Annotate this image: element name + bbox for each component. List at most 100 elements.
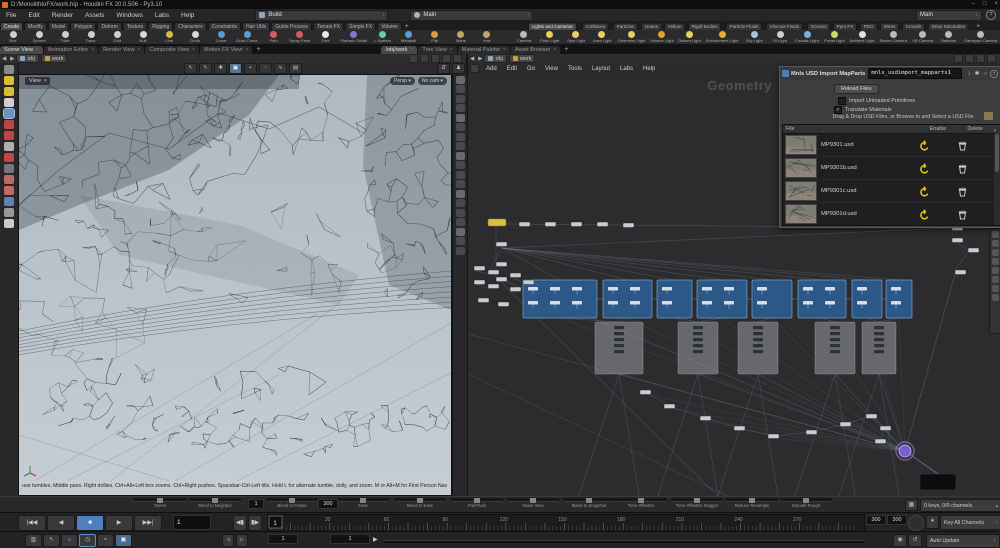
network-tool-icon-2[interactable] <box>992 249 999 256</box>
shelf-tab-wires[interactable]: Wires <box>880 23 899 30</box>
display-option-icon-3[interactable] <box>456 104 465 112</box>
pane-tab-tree-view[interactable]: Tree View× <box>418 46 456 54</box>
shelf-tool-gamepad-camera[interactable]: Gamepad Camera <box>961 30 1000 44</box>
anim-slider-noise-view[interactable]: Noise View <box>507 498 559 508</box>
close-tab-icon[interactable]: × <box>192 47 195 53</box>
next-key-button[interactable]: ▮▶ <box>248 515 262 531</box>
shelf-tab-viscous-fluids[interactable]: Viscous Fluids <box>766 23 803 30</box>
shelf-tool-ambient-light[interactable]: Ambient Light <box>847 30 877 44</box>
shelf-tab-drive-simulation[interactable]: Drive Simulation <box>928 23 969 30</box>
network-menu-labs[interactable]: Labs <box>615 66 638 72</box>
display-option-icon-13[interactable] <box>456 199 465 207</box>
shelf-tool-box[interactable]: Box <box>0 30 26 44</box>
breadcrumb-work[interactable]: work <box>41 54 68 63</box>
shelf-tool-path[interactable]: Path <box>260 30 286 44</box>
scale-icon[interactable] <box>4 142 14 151</box>
network-tool-icon-0[interactable] <box>992 231 999 238</box>
shelf-tool-curve[interactable]: Curve <box>208 30 234 44</box>
shelf-tool-volume-light[interactable]: Volume Light <box>648 30 676 44</box>
paint-icon[interactable] <box>4 175 14 184</box>
shelf-tool-torus[interactable]: Torus <box>78 30 104 44</box>
pane-tab-animation-editor[interactable]: Animation Editor× <box>44 46 98 54</box>
delete-trash-icon[interactable] <box>957 140 993 151</box>
shelf-tool-portal-light[interactable]: Portal Light <box>821 30 847 44</box>
key-all-channels-button[interactable]: Key All Channels↕ <box>940 515 1000 530</box>
anim-slider-blend-to-neighbor[interactable]: Blend to Neighbor <box>189 498 241 508</box>
anim-slider-ease[interactable]: Ease <box>337 498 389 508</box>
view-mode-pill[interactable]: View▾ <box>25 77 50 85</box>
network-menu-tools[interactable]: Tools <box>563 66 587 72</box>
realtime-icon[interactable]: ◷ <box>79 534 96 547</box>
pathbar-icon-4[interactable] <box>453 54 462 63</box>
pane-tab-asset-browser[interactable]: Asset Browser× <box>511 46 560 54</box>
network-menu-edit[interactable]: Edit <box>502 66 522 72</box>
status-field-2[interactable]: 1 <box>330 534 370 544</box>
shelf-tab-lights-and-cameras[interactable]: Lights and Cameras <box>528 23 577 30</box>
close-tab-icon[interactable]: × <box>410 47 413 53</box>
pathbar-icon-0[interactable] <box>954 54 963 63</box>
shelf-tool-draw-curve[interactable]: Draw Curve <box>234 30 260 44</box>
shelf-tab-rigging[interactable]: Rigging <box>148 22 173 30</box>
shelf-tool-environment-light[interactable]: Environment Light <box>703 30 741 44</box>
network-tool-icon-6[interactable] <box>992 285 999 292</box>
pathbar-icon-2[interactable] <box>431 54 440 63</box>
recook-icon[interactable]: ↺ <box>908 534 922 547</box>
shelf-tab-model[interactable]: Model <box>48 22 70 30</box>
key-icon[interactable]: ♦ <box>926 515 939 529</box>
play-reverse-button[interactable]: ◀ <box>47 515 75 531</box>
pose-icon[interactable] <box>4 153 14 162</box>
layout-grid-icon[interactable] <box>4 65 14 74</box>
file-row[interactable]: MP9301b.usd <box>783 157 1000 180</box>
anim-slider-reduce-resample[interactable]: Reduce Resample <box>726 498 778 508</box>
anim-slider-blend-to-frame[interactable]: Blend to Frame <box>266 498 318 508</box>
shelf-tab-terrain-fx[interactable]: Terrain FX <box>313 22 344 30</box>
shelf-tab-oceans[interactable]: Oceans <box>807 23 830 30</box>
home-icon[interactable]: ⌂ <box>61 534 78 547</box>
new-pane-tab-button-2[interactable]: + <box>564 46 568 54</box>
shelf-tab-simple-fx[interactable]: Simple FX <box>345 22 376 30</box>
menu-labs[interactable]: Labs <box>149 12 175 19</box>
shelf-tab-create[interactable]: Create <box>0 22 23 30</box>
lock-icon[interactable]: ▥ <box>25 534 42 547</box>
node-name-field[interactable]: mnls_usdimport_mapparts1 <box>868 68 962 79</box>
anim-slider-blend-to-snapshot[interactable]: Blend to Snapshot <box>563 498 615 508</box>
back-icon[interactable]: ◀ <box>2 56 6 62</box>
display-option-icon-11[interactable] <box>456 180 465 188</box>
shelf-tool-distant-light[interactable]: Distant Light <box>676 30 703 44</box>
view-tool-icon[interactable] <box>4 197 14 206</box>
shelf-tool-hair[interactable]: Hair <box>474 30 500 44</box>
close-tab-icon[interactable]: × <box>245 47 248 53</box>
shelf-tool-spot-light[interactable]: Spot Light <box>563 30 589 44</box>
shelf-tab-rigid-bodies[interactable]: Rigid Bodies <box>688 23 721 30</box>
close-tab-icon[interactable]: × <box>503 47 506 53</box>
network-tool-icon-5[interactable] <box>992 276 999 283</box>
sculpt-icon[interactable] <box>4 186 14 195</box>
shelf-tool-camera[interactable]: Camera <box>511 30 537 44</box>
rotate-icon[interactable] <box>4 131 14 140</box>
pane-tab-composite-view[interactable]: Composite View× <box>145 46 199 54</box>
scrub-icon[interactable]: ▣ <box>115 534 132 547</box>
shelf-tool-platonic-solids[interactable]: Platonic Solids <box>338 30 370 44</box>
detail-icon[interactable] <box>4 164 14 173</box>
shelf-tool-sphere[interactable]: Sphere <box>26 30 52 44</box>
cook-mode-icon[interactable]: ◉ <box>893 534 907 547</box>
fps-icon[interactable]: ≈ <box>97 534 114 547</box>
anim-slider-pull-push[interactable]: Pull Push <box>451 498 503 508</box>
shelf-tool-vr-camera[interactable]: VR Camera <box>909 30 935 44</box>
close-tab-icon[interactable]: × <box>138 47 141 53</box>
shelf-tab-pdg[interactable]: PDG <box>860 23 877 30</box>
scroll-up-icon[interactable]: ▲ <box>993 127 1000 132</box>
handles-icon[interactable]: ✚ <box>214 63 227 74</box>
display-option-icon-16[interactable] <box>456 228 465 236</box>
display-option-icon-14[interactable] <box>456 209 465 217</box>
select-pointer-icon[interactable] <box>4 98 14 107</box>
pathbar-icon-0[interactable] <box>409 54 418 63</box>
shelf-tool-null[interactable]: Null <box>130 30 156 44</box>
forward-icon[interactable]: ▶ <box>10 56 14 62</box>
anim-slider-tween[interactable]: Tween <box>134 498 186 508</box>
minimize-button[interactable]: – <box>972 1 975 7</box>
current-frame-field[interactable]: 1 <box>173 515 211 530</box>
checkbox-unchecked-icon[interactable] <box>838 97 846 105</box>
multi-snap-icon[interactable]: ◦ <box>259 63 272 74</box>
maximize-button[interactable]: □ <box>983 1 987 7</box>
